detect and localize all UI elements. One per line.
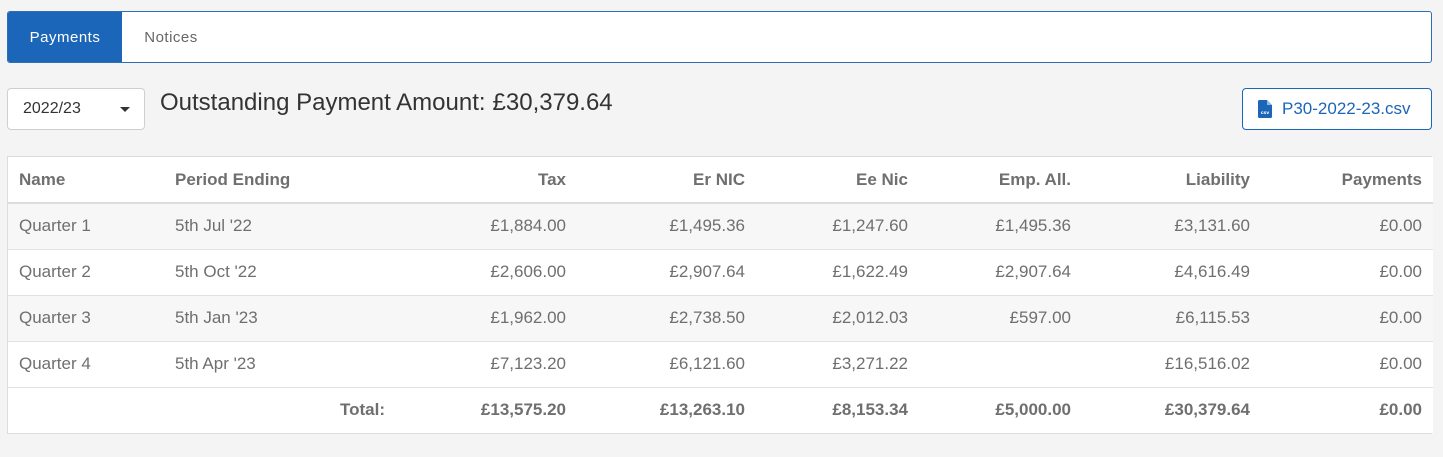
column-header[interactable]: Tax [396, 157, 577, 204]
total-payments: £0.00 [1261, 386, 1433, 433]
cell-payments: £0.00 [1261, 248, 1433, 295]
outstanding-label: Outstanding Payment Amount: [160, 89, 486, 116]
tax-year-select[interactable]: 2022/23 [7, 88, 145, 130]
p30-liability-table: Name Period Ending Tax Er NIC Ee Nic Emp… [8, 157, 1433, 433]
table-row: Quarter 2 5th Oct '22 £2,606.00 £2,907.6… [8, 248, 1433, 295]
svg-text:csv: csv [1261, 111, 1269, 116]
total-ee-nic: £8,153.34 [756, 386, 919, 433]
tab-notices[interactable]: Notices [122, 12, 220, 62]
cell-tax: £7,123.20 [396, 340, 577, 387]
column-header[interactable]: Liability [1082, 157, 1261, 204]
cell-tax: £2,606.00 [396, 248, 577, 295]
table-row: Quarter 1 5th Jul '22 £1,884.00 £1,495.3… [8, 202, 1433, 249]
cell-tax: £1,962.00 [396, 294, 577, 341]
cell-emp-all: £1,495.36 [919, 202, 1082, 249]
cell-emp-all [919, 340, 1082, 387]
cell-liability: £3,131.60 [1082, 202, 1261, 249]
cell-payments: £0.00 [1261, 294, 1433, 341]
cell-tax: £1,884.00 [396, 202, 577, 249]
total-emp-all: £5,000.00 [919, 386, 1082, 433]
column-header[interactable]: Period Ending [164, 157, 396, 204]
caret-down-icon [120, 107, 130, 112]
cell-liability: £6,115.53 [1082, 294, 1261, 341]
tab-bar: Payments Notices [7, 11, 1432, 63]
cell-period-ending: 5th Jan '23 [164, 294, 396, 341]
cell-ee-nic: £3,271.22 [756, 340, 919, 387]
table-row: Quarter 3 5th Jan '23 £1,962.00 £2,738.5… [8, 294, 1433, 341]
column-header[interactable]: Payments [1261, 157, 1433, 204]
cell-period-ending: 5th Oct '22 [164, 248, 396, 295]
download-csv-button[interactable]: csv P30-2022-23.csv [1242, 88, 1432, 130]
outstanding-summary: Outstanding Payment Amount: £30,379.64 [160, 89, 613, 117]
cell-period-ending: 5th Jul '22 [164, 202, 396, 249]
cell-period-ending: 5th Apr '23 [164, 340, 396, 387]
totals-row: Total: £13,575.20 £13,263.10 £8,153.34 £… [8, 386, 1433, 433]
cell-er-nic: £1,495.36 [577, 202, 756, 249]
outstanding-amount: £30,379.64 [492, 89, 613, 116]
total-liability: £30,379.64 [1082, 386, 1261, 433]
total-er-nic: £13,263.10 [577, 386, 756, 433]
cell-emp-all: £2,907.64 [919, 248, 1082, 295]
cell-payments: £0.00 [1261, 340, 1433, 387]
cell-er-nic: £2,907.64 [577, 248, 756, 295]
table-row: Quarter 4 5th Apr '23 £7,123.20 £6,121.6… [8, 340, 1433, 387]
cell-er-nic: £2,738.50 [577, 294, 756, 341]
p30-table-container: Name Period Ending Tax Er NIC Ee Nic Emp… [7, 156, 1433, 434]
totals-label: Total: [164, 386, 396, 433]
cell-payments: £0.00 [1261, 202, 1433, 249]
column-header[interactable]: Emp. All. [919, 157, 1082, 204]
cell-ee-nic: £1,247.60 [756, 202, 919, 249]
cell-liability: £4,616.49 [1082, 248, 1261, 295]
cell-ee-nic: £2,012.03 [756, 294, 919, 341]
column-header[interactable]: Name [8, 157, 164, 204]
table-header-row: Name Period Ending Tax Er NIC Ee Nic Emp… [8, 157, 1433, 204]
download-csv-label: P30-2022-23.csv [1282, 99, 1411, 118]
tax-year-value: 2022/23 [23, 100, 81, 117]
column-header[interactable]: Ee Nic [756, 157, 919, 204]
cell-name: Quarter 3 [8, 294, 164, 341]
csv-file-icon: csv [1258, 100, 1272, 118]
cell-er-nic: £6,121.60 [577, 340, 756, 387]
cell-name: Quarter 1 [8, 202, 164, 249]
cell-name: Quarter 2 [8, 248, 164, 295]
cell-emp-all: £597.00 [919, 294, 1082, 341]
cell-liability: £16,516.02 [1082, 340, 1261, 387]
cell-ee-nic: £1,622.49 [756, 248, 919, 295]
cell-name: Quarter 4 [8, 340, 164, 387]
totals-spacer [8, 386, 164, 433]
column-header[interactable]: Er NIC [577, 157, 756, 204]
tab-payments[interactable]: Payments [8, 12, 122, 62]
total-tax: £13,575.20 [396, 386, 577, 433]
